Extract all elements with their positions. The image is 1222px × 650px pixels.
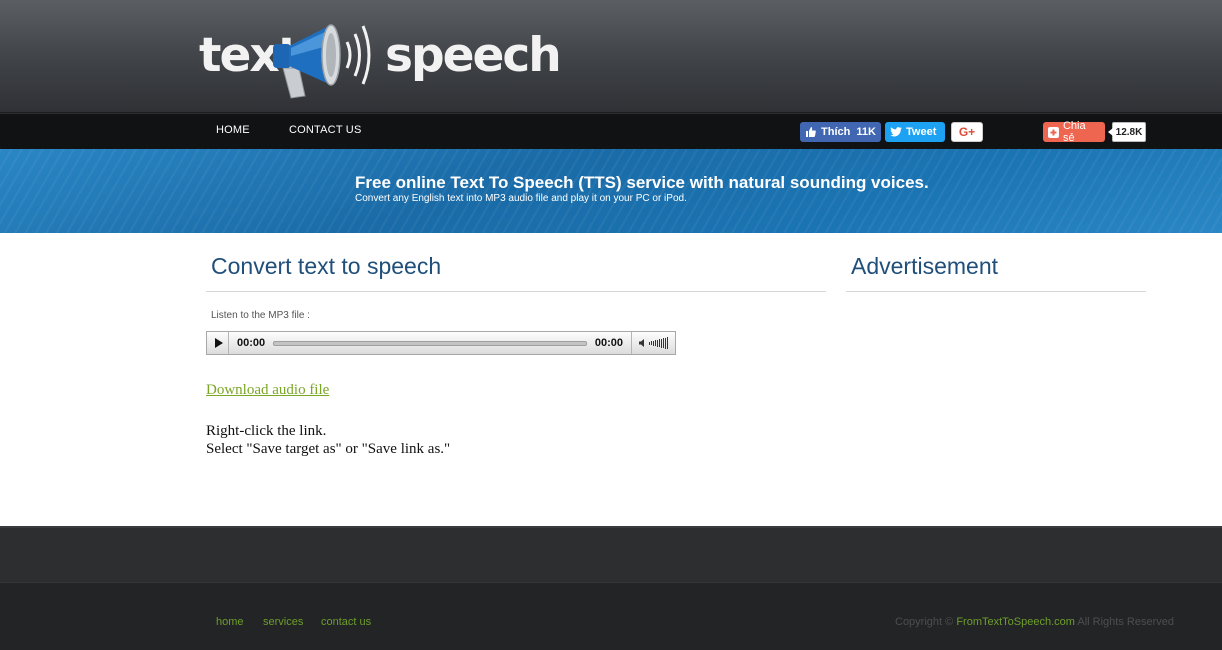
footer-link-services[interactable]: services bbox=[263, 616, 303, 628]
thumbs-up-icon bbox=[806, 127, 816, 137]
seek-bar[interactable] bbox=[273, 340, 587, 346]
plus-square-icon bbox=[1048, 126, 1059, 138]
facebook-like-button[interactable]: Thích 11K bbox=[800, 122, 881, 142]
google-plus-label: G+ bbox=[958, 125, 976, 139]
instruction-line-2: Select "Save target as" or "Save link as… bbox=[206, 441, 451, 457]
volume-control[interactable] bbox=[631, 332, 675, 354]
site-logo[interactable]: text speech bbox=[199, 16, 562, 102]
site-header: text speech bbox=[0, 0, 1222, 113]
copyright-prefix: Copyright © bbox=[895, 616, 954, 628]
logo-text-right: speech bbox=[385, 28, 562, 83]
duration-time: 00:00 bbox=[594, 337, 623, 349]
nav-contact-link[interactable]: CONTACT US bbox=[289, 124, 362, 136]
instruction-line-1: Right-click the link. bbox=[206, 423, 327, 439]
banner-subtitle: Convert any English text into MP3 audio … bbox=[355, 193, 687, 204]
tweet-label: Tweet bbox=[906, 126, 937, 138]
share-button[interactable]: Chia sẻ bbox=[1043, 120, 1105, 144]
share-label: Chia sẻ bbox=[1062, 120, 1086, 144]
hero-banner: Free online Text To Speech (TTS) service… bbox=[0, 149, 1222, 233]
megaphone-icon bbox=[273, 24, 371, 99]
tweet-button[interactable]: Tweet bbox=[885, 122, 945, 142]
title-divider bbox=[206, 291, 826, 292]
download-audio-link[interactable]: Download audio file bbox=[206, 382, 329, 399]
footer-link-home[interactable]: home bbox=[216, 616, 244, 628]
footer-top bbox=[0, 526, 1222, 582]
facebook-like-count: 11K bbox=[856, 126, 876, 138]
copyright-suffix: All Rights Reserved bbox=[1077, 616, 1174, 628]
twitter-bird-icon bbox=[890, 127, 902, 137]
main-nav: HOME CONTACT US Thích 11K Tweet G+ Chia … bbox=[0, 113, 1222, 149]
current-time: 00:00 bbox=[237, 337, 266, 349]
play-button[interactable] bbox=[207, 332, 229, 354]
advertisement-title: Advertisement bbox=[851, 253, 999, 279]
facebook-like-label: Thích bbox=[821, 126, 851, 138]
footer-link-contact[interactable]: contact us bbox=[321, 616, 371, 628]
page-title: Convert text to speech bbox=[211, 253, 442, 279]
google-plus-button[interactable]: G+ bbox=[951, 122, 983, 142]
advertisement-divider bbox=[846, 291, 1146, 292]
banner-title: Free online Text To Speech (TTS) service… bbox=[355, 173, 929, 192]
share-count-badge: 12.8K bbox=[1108, 122, 1146, 142]
nav-home-link[interactable]: HOME bbox=[216, 124, 250, 136]
audio-player: 00:00 00:00 bbox=[206, 331, 676, 355]
listen-label: Listen to the MP3 file : bbox=[211, 310, 310, 321]
copyright-brand-link[interactable]: FromTextToSpeech.com bbox=[956, 616, 1075, 628]
copyright-text: Copyright © FromTextToSpeech.com All Rig… bbox=[895, 616, 1174, 628]
speaker-icon bbox=[639, 339, 644, 347]
